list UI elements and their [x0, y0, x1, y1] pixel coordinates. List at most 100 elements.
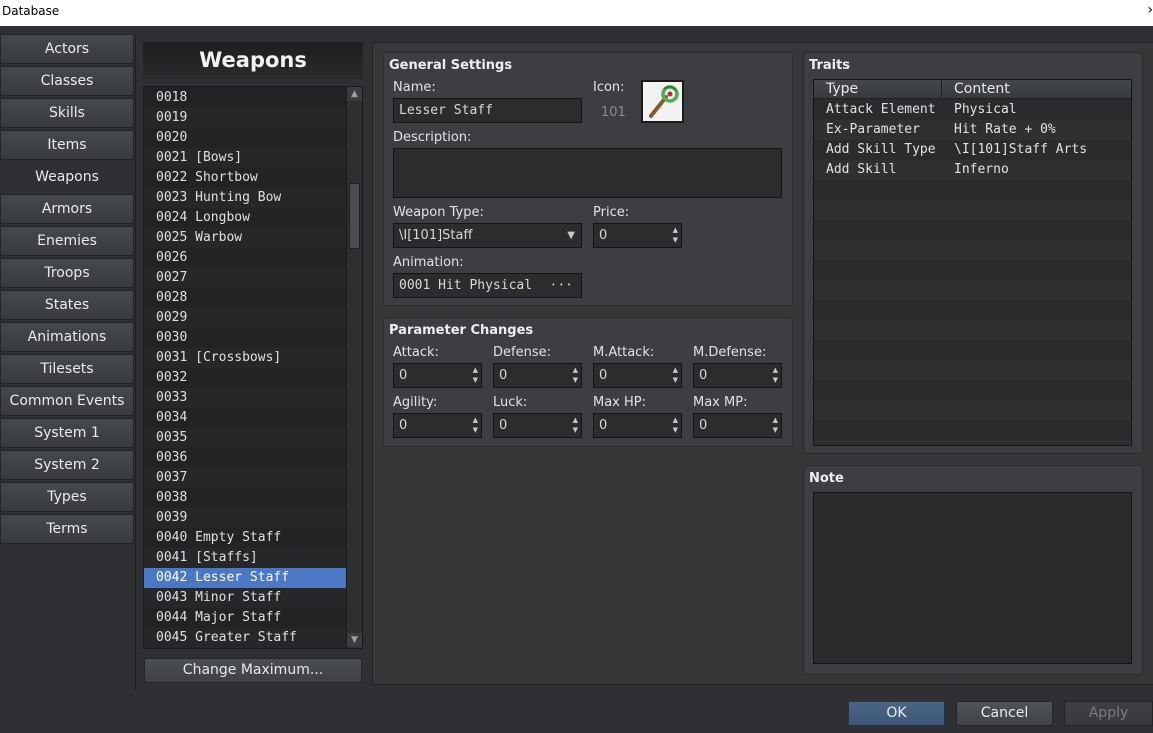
tab-tilesets[interactable]: Tilesets: [0, 354, 134, 384]
max-hp-stepper[interactable]: 0 ▲ ▼: [593, 413, 682, 438]
stepper-arrows-icon[interactable]: ▲ ▼: [673, 365, 678, 385]
list-item[interactable]: 0030: [144, 328, 346, 348]
list-item[interactable]: 0036: [144, 448, 346, 468]
list-item[interactable]: 0042 Lesser Staff: [144, 568, 346, 588]
tab-types[interactable]: Types: [0, 482, 134, 512]
list-item[interactable]: 0035: [144, 428, 346, 448]
tab-terms[interactable]: Terms: [0, 514, 134, 544]
tab-system-1[interactable]: System 1: [0, 418, 134, 448]
list-item[interactable]: 0024 Longbow: [144, 208, 346, 228]
animation-field[interactable]: 0001 Hit Physical ···: [393, 273, 582, 298]
scroll-up-icon[interactable]: ▲: [347, 87, 362, 101]
stepper-arrows-icon[interactable]: ▲ ▼: [573, 415, 578, 435]
table-row[interactable]: [814, 420, 1131, 440]
list-item[interactable]: 0045 Greater Staff: [144, 628, 346, 648]
table-row[interactable]: Add Skill Type \I[101]Staff Arts: [814, 140, 1131, 160]
list-item[interactable]: 0032: [144, 368, 346, 388]
m-attack-stepper[interactable]: 0 ▲ ▼: [593, 363, 682, 388]
m-defense-stepper[interactable]: 0 ▲ ▼: [693, 363, 782, 388]
stepper-arrows-icon[interactable]: ▲ ▼: [673, 225, 678, 245]
list-item[interactable]: 0038: [144, 488, 346, 508]
tab-classes[interactable]: Classes: [0, 66, 134, 96]
list-item[interactable]: 0027: [144, 268, 346, 288]
list-item[interactable]: 0023 Hunting Bow: [144, 188, 346, 208]
stepper-arrows-icon[interactable]: ▲ ▼: [673, 415, 678, 435]
max-mp-stepper[interactable]: 0 ▲ ▼: [693, 413, 782, 438]
ellipsis-icon[interactable]: ···: [550, 274, 573, 297]
list-item[interactable]: 0041 [Staffs]: [144, 548, 346, 568]
table-row[interactable]: [814, 280, 1131, 300]
table-row[interactable]: Ex-Parameter Hit Rate + 0%: [814, 120, 1131, 140]
table-row[interactable]: [814, 180, 1131, 200]
stepper-arrows-icon[interactable]: ▲ ▼: [473, 365, 478, 385]
cancel-button[interactable]: Cancel: [956, 701, 1053, 726]
tab-weapons[interactable]: Weapons: [0, 162, 134, 192]
traits-table[interactable]: Type Content Attack Element Physical Ex-Pa…: [813, 79, 1132, 446]
list-item[interactable]: 0040 Empty Staff: [144, 528, 346, 548]
table-row[interactable]: [814, 360, 1131, 380]
list-item[interactable]: 0039: [144, 508, 346, 528]
traits-col-content[interactable]: Content: [942, 80, 1131, 99]
list-item[interactable]: 0029: [144, 308, 346, 328]
list-item[interactable]: 0018: [144, 88, 346, 108]
attack-stepper[interactable]: 0 ▲ ▼: [393, 363, 482, 388]
note-field[interactable]: [813, 492, 1132, 664]
list-item[interactable]: 0043 Minor Staff: [144, 588, 346, 608]
list-item[interactable]: 0019: [144, 108, 346, 128]
stepper-arrows-icon[interactable]: ▲ ▼: [573, 365, 578, 385]
list-item[interactable]: 0034: [144, 408, 346, 428]
scroll-down-icon[interactable]: ▼: [347, 633, 362, 647]
tab-enemies[interactable]: Enemies: [0, 226, 134, 256]
change-maximum-button[interactable]: Change Maximum...: [144, 658, 362, 683]
table-row[interactable]: Attack Element Physical: [814, 100, 1131, 120]
tab-actors[interactable]: Actors: [0, 34, 134, 64]
table-row[interactable]: Add Skill Inferno: [814, 160, 1131, 180]
tab-armors[interactable]: Armors: [0, 194, 134, 224]
apply-button[interactable]: Apply: [1064, 701, 1153, 726]
list-item[interactable]: 0031 [Crossbows]: [144, 348, 346, 368]
tab-troops[interactable]: Troops: [0, 258, 134, 288]
stepper-arrows-icon[interactable]: ▲ ▼: [773, 365, 778, 385]
list-item[interactable]: 0033: [144, 388, 346, 408]
list-item[interactable]: 0021 [Bows]: [144, 148, 346, 168]
list-item[interactable]: 0025 Warbow: [144, 228, 346, 248]
weapon-list[interactable]: 0018 0019 0020 0021 [Bows] 0022 Shortbow 0023…: [143, 86, 363, 649]
table-row[interactable]: [814, 240, 1131, 260]
table-row[interactable]: [814, 200, 1131, 220]
price-stepper[interactable]: 0 ▲ ▼: [593, 223, 682, 248]
tab-skills[interactable]: Skills: [0, 98, 134, 128]
list-item[interactable]: 0026: [144, 248, 346, 268]
list-item[interactable]: 0020: [144, 128, 346, 148]
table-row[interactable]: [814, 380, 1131, 400]
traits-col-type[interactable]: Type: [814, 80, 942, 99]
scroll-thumb[interactable]: [349, 183, 360, 249]
table-row[interactable]: [814, 340, 1131, 360]
list-item[interactable]: 0028: [144, 288, 346, 308]
table-row[interactable]: [814, 220, 1131, 240]
list-item[interactable]: 0037: [144, 468, 346, 488]
table-row[interactable]: [814, 400, 1131, 420]
luck-stepper[interactable]: 0 ▲ ▼: [493, 413, 582, 438]
close-icon[interactable]: ›: [1147, 2, 1153, 18]
weapon-icon-picker[interactable]: [641, 80, 684, 123]
description-field[interactable]: [393, 148, 782, 198]
list-item[interactable]: 0022 Shortbow: [144, 168, 346, 188]
list-scrollbar[interactable]: ▲ ▼: [346, 87, 362, 648]
tab-animations[interactable]: Animations: [0, 322, 134, 352]
stepper-arrows-icon[interactable]: ▲ ▼: [473, 415, 478, 435]
list-item[interactable]: 0044 Major Staff: [144, 608, 346, 628]
tab-system-2[interactable]: System 2: [0, 450, 134, 480]
tab-common-events[interactable]: Common Events: [0, 386, 134, 416]
table-row[interactable]: [814, 300, 1131, 320]
stepper-arrows-icon[interactable]: ▲ ▼: [773, 415, 778, 435]
tab-items[interactable]: Items: [0, 130, 134, 160]
ok-button[interactable]: OK: [848, 701, 945, 726]
table-row[interactable]: [814, 320, 1131, 340]
agility-stepper[interactable]: 0 ▲ ▼: [393, 413, 482, 438]
name-field[interactable]: Lesser Staff: [393, 98, 582, 123]
tab-states[interactable]: States: [0, 290, 134, 320]
defense-stepper[interactable]: 0 ▲ ▼: [493, 363, 582, 388]
table-row[interactable]: [814, 440, 1131, 445]
weapon-type-select[interactable]: \I[101]Staff ▼: [393, 223, 582, 248]
table-row[interactable]: [814, 260, 1131, 280]
